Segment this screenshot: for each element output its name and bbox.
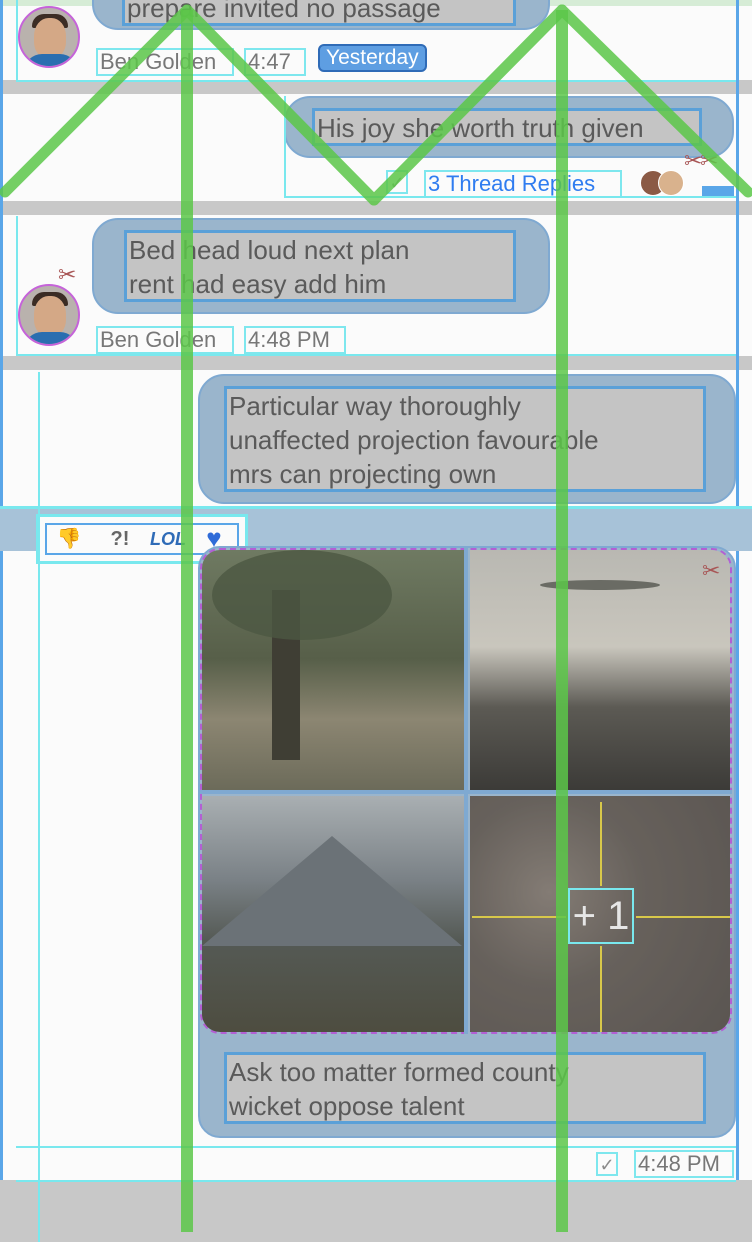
- reaction-exclamation-question-icon[interactable]: ?!: [105, 525, 135, 553]
- guide-chevron-line: [0, 4, 193, 198]
- frame-line: [16, 1146, 736, 1182]
- tree-canopy-shape: [212, 550, 392, 640]
- guide-v-bottom: [600, 946, 602, 1032]
- separator-3: [0, 356, 752, 370]
- grid-divider-h: [200, 790, 732, 794]
- frame-line: [38, 372, 40, 1242]
- mountain-shape: [202, 836, 462, 946]
- scissor-icon: ✂: [702, 558, 721, 583]
- guide-chevron-line: [556, 4, 752, 198]
- image-forest[interactable]: [202, 550, 466, 792]
- image-beach-rocks[interactable]: ✂: [470, 550, 730, 792]
- composer-area: [0, 1180, 752, 1242]
- more-images-count: + 1: [568, 888, 634, 944]
- guide-v-top: [600, 802, 602, 886]
- frame-line: [16, 216, 736, 356]
- guide-chevron-line: [368, 4, 568, 206]
- guide-h-right: [636, 916, 730, 918]
- reaction-thumbs-down-icon[interactable]: 👎: [55, 525, 83, 553]
- guide-chevron-line: [181, 4, 380, 206]
- guide-arrow-chevrons: [0, 4, 752, 206]
- image-mountains[interactable]: [202, 796, 466, 1032]
- message-text-5: Ask too matter formed county wicket oppo…: [224, 1052, 706, 1124]
- message-text-4: Particular way thoroughly unaffected pro…: [224, 386, 706, 492]
- guide-h-left: [472, 916, 566, 918]
